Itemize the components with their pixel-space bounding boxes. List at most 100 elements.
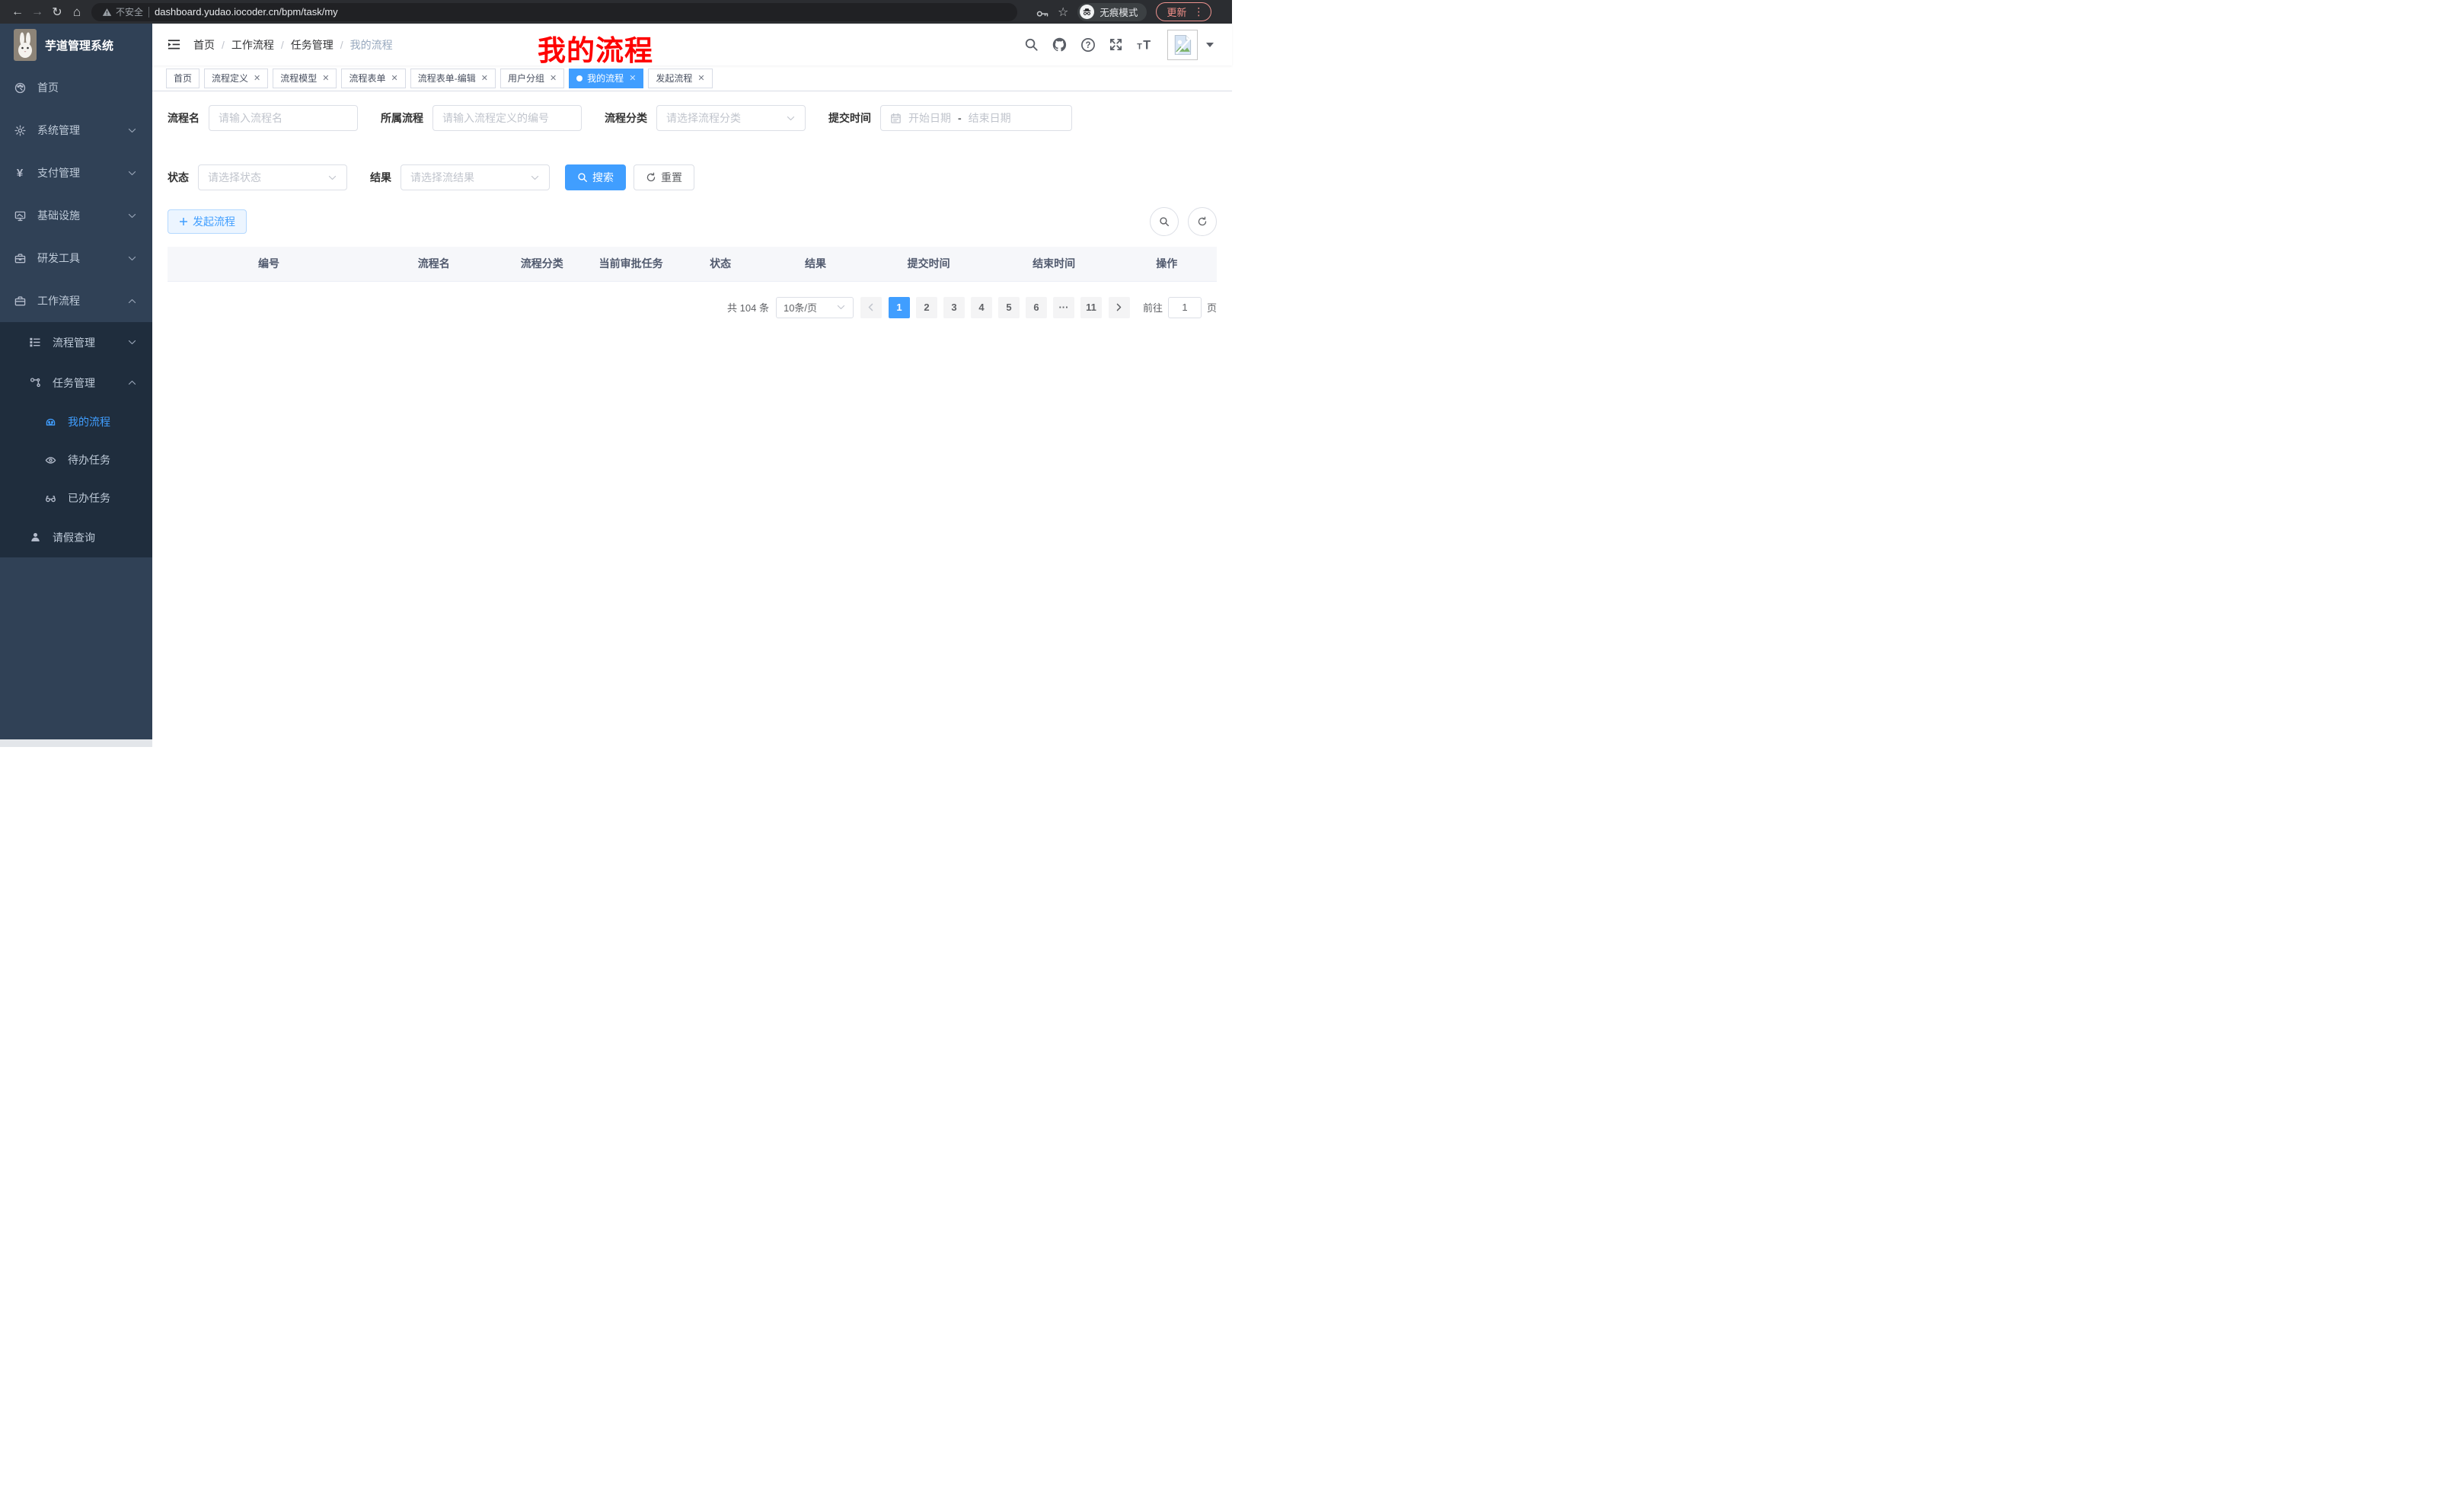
next-page-button[interactable]	[1109, 297, 1130, 318]
avatar[interactable]	[1167, 30, 1198, 60]
category-placeholder: 请选择流程分类	[666, 110, 741, 126]
page-size-value: 10条/页	[784, 300, 817, 314]
tab-process-form-edit[interactable]: 流程表单-编辑 ✕	[410, 69, 496, 88]
home-icon[interactable]: ⌂	[67, 3, 87, 21]
refresh-table-button[interactable]	[1188, 207, 1217, 236]
tab-user-group[interactable]: 用户分组✕	[500, 69, 564, 88]
forward-icon[interactable]: →	[27, 3, 47, 21]
breadcrumb-item[interactable]: 任务管理	[291, 37, 334, 53]
process-table: 编号流程名流程分类当前审批任务状态结果提交时间结束时间操作	[168, 247, 1217, 282]
sidebar-submenu: 我的流程待办任务已办任务	[0, 403, 152, 517]
breadcrumb-item[interactable]: 工作流程	[231, 37, 274, 53]
tab-my-process[interactable]: 我的流程✕	[569, 69, 643, 88]
page-number-button[interactable]: 3	[943, 297, 965, 318]
breadcrumb-separator: /	[222, 39, 225, 51]
chevron-down-icon[interactable]	[1206, 43, 1214, 47]
app-logo[interactable]: 芋道管理系统	[0, 24, 152, 66]
key-icon[interactable]	[1036, 5, 1048, 18]
sidebar-item-system-management[interactable]: 系统管理	[0, 109, 152, 152]
reset-button[interactable]: 重置	[634, 164, 694, 190]
search-icon[interactable]	[1024, 37, 1039, 52]
page-number-button[interactable]: 1	[889, 297, 910, 318]
close-tab-icon[interactable]: ✕	[697, 73, 704, 83]
collapse-sidebar-icon[interactable]	[163, 34, 184, 56]
sidebar-item-my-process[interactable]: 我的流程	[0, 403, 152, 441]
chevron-down-icon	[786, 113, 796, 123]
tab-label: 首页	[174, 72, 192, 85]
close-tab-icon[interactable]: ✕	[254, 73, 260, 83]
reload-icon[interactable]: ↻	[47, 3, 67, 21]
fullscreen-icon[interactable]	[1109, 37, 1123, 52]
sidebar-item-leave-query[interactable]: 请假查询	[0, 517, 152, 557]
column-header: 结果	[765, 247, 866, 281]
sidebar-item-home[interactable]: 首页	[0, 66, 152, 109]
close-tab-icon[interactable]: ✕	[391, 73, 398, 83]
process-name-label: 流程名	[168, 110, 199, 126]
sidebar-item-todo-tasks[interactable]: 待办任务	[0, 441, 152, 479]
tab-home[interactable]: 首页	[166, 69, 199, 88]
back-icon[interactable]: ←	[8, 3, 27, 21]
svg-text:T: T	[1137, 42, 1142, 51]
page-number-button[interactable]: 6	[1026, 297, 1047, 318]
security-label: 不安全	[116, 5, 143, 18]
tab-process-model[interactable]: 流程模型 ✕	[273, 69, 337, 88]
status-select[interactable]: 请选择状态	[198, 164, 347, 190]
tab-start-process[interactable]: 发起流程✕	[648, 69, 712, 88]
close-tab-icon[interactable]: ✕	[629, 73, 636, 83]
goto-page-input[interactable]	[1168, 297, 1202, 318]
result-select[interactable]: 请选择流结果	[401, 164, 550, 190]
page-number-button[interactable]: 4	[971, 297, 992, 318]
search-button[interactable]: 搜索	[565, 164, 626, 190]
tab-process-form[interactable]: 流程表单✕	[341, 69, 405, 88]
breadcrumb-item[interactable]: 首页	[193, 37, 215, 53]
browser-menu-icon[interactable]: ⋮	[1193, 5, 1204, 18]
update-button[interactable]: 更新 ⋮	[1156, 2, 1211, 21]
submit-time-range-picker[interactable]: 开始日期 - 结束日期	[880, 105, 1072, 131]
sidebar-item-task-management[interactable]: 任务管理	[0, 362, 152, 403]
column-header: 结束时间	[991, 247, 1117, 281]
sidebar-item-dev-tools[interactable]: 研发工具	[0, 237, 152, 279]
github-icon[interactable]	[1052, 37, 1068, 53]
process-name-input[interactable]	[219, 112, 348, 124]
tab-label: 流程模型	[280, 72, 317, 85]
close-tab-icon[interactable]: ✕	[550, 73, 557, 83]
sidebar-item-label: 系统管理	[37, 123, 127, 138]
category-label: 流程分类	[605, 110, 647, 126]
address-bar[interactable]: 不安全 dashboard.yudao.iocoder.cn/bpm/task/…	[91, 3, 1017, 21]
font-size-icon[interactable]: TT	[1136, 38, 1154, 52]
sidebar-item-payment-management[interactable]: ¥支付管理	[0, 152, 152, 194]
pagination-total: 共 104 条	[727, 300, 769, 314]
chevron-down-icon	[127, 254, 137, 263]
bookmark-star-icon[interactable]: ☆	[1058, 5, 1068, 20]
start-process-button[interactable]: 发起流程	[168, 209, 247, 234]
prev-page-button[interactable]	[860, 297, 882, 318]
breadcrumb-separator: /	[281, 39, 284, 51]
close-tab-icon[interactable]: ✕	[481, 73, 488, 83]
show-search-button[interactable]	[1150, 207, 1179, 236]
search-icon	[577, 172, 588, 183]
page-number-button[interactable]: 2	[916, 297, 937, 318]
page-size-select[interactable]: 10条/页	[776, 297, 854, 318]
help-icon[interactable]: ?	[1080, 37, 1096, 53]
tab-label: 流程定义	[212, 72, 248, 85]
tab-process-definition[interactable]: 流程定义 ✕	[204, 69, 268, 88]
tab-label: 流程表单-编辑	[418, 72, 476, 85]
page-number-button[interactable]: 11	[1080, 297, 1102, 318]
toolbox-icon	[14, 253, 26, 264]
submit-time-label: 提交时间	[828, 110, 871, 126]
owner-process-input[interactable]	[442, 112, 572, 124]
close-tab-icon[interactable]: ✕	[322, 73, 329, 83]
sidebar-scrollbar[interactable]	[0, 739, 152, 747]
more-pages-button[interactable]: ···	[1053, 297, 1074, 318]
active-tab-dot	[576, 75, 582, 81]
column-header: 提交时间	[866, 247, 991, 281]
sidebar-item-process-management[interactable]: 流程管理	[0, 322, 152, 362]
sidebar-item-infrastructure[interactable]: 基础设施	[0, 194, 152, 237]
date-start-placeholder: 开始日期	[908, 110, 951, 126]
page-number-button[interactable]: 5	[998, 297, 1020, 318]
sidebar-item-workflow[interactable]: 工作流程	[0, 279, 152, 322]
briefcase-icon	[14, 295, 26, 307]
app-title: 芋道管理系统	[45, 37, 113, 53]
category-select[interactable]: 请选择流程分类	[656, 105, 806, 131]
sidebar-item-done-tasks[interactable]: 已办任务	[0, 479, 152, 517]
